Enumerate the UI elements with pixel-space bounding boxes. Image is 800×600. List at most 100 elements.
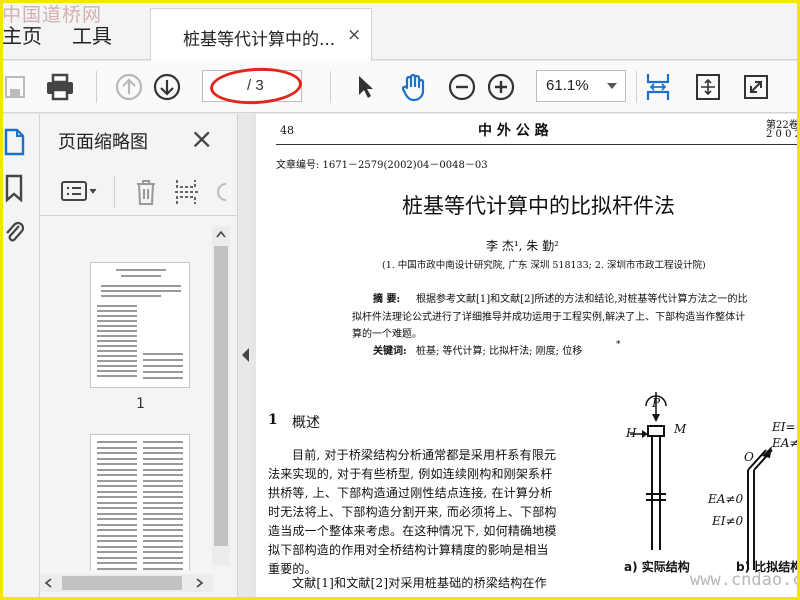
thumbnail-options-icon[interactable] [60,180,100,208]
thumbnail-text-line [97,315,137,317]
previous-page-icon[interactable] [113,71,145,103]
thumbnail-text-line [97,335,137,337]
panel-separator [114,176,115,208]
article-authors: 李 杰¹, 朱 勤² [486,239,559,253]
zoom-select[interactable]: 61.1% [536,70,626,102]
load-H-label: H [626,426,637,440]
thumbnail-text-line [97,485,137,487]
thumbnail-text-line [143,457,183,460]
thumbnail-text-line [97,441,137,443]
thumbnail-text-line [97,562,137,564]
thumbnail-page-1[interactable] [90,262,190,388]
thumbnail-text-line [97,496,137,498]
next-page-icon[interactable] [151,71,183,103]
scroll-up-icon[interactable] [216,230,226,238]
watermark-url: www.cndao.com [690,570,800,590]
thumbnail-text-line [97,468,137,471]
left-rail [0,114,40,600]
thumbnail-text-line [97,345,137,347]
abstract-line: 算的一个难题。 [352,329,422,340]
thumbnail-text-line [97,360,137,362]
print-icon[interactable] [44,71,76,103]
zoom-in-icon[interactable] [485,71,517,103]
thumbnail-text-line [143,529,183,531]
scroll-right-icon[interactable] [196,578,204,588]
label-O: O [744,450,754,464]
toolbar-separator [330,71,331,103]
document-page: 48 中 外 公 路 第22卷 2 0 0 2 文章编号: 1671－2579(… [256,114,800,600]
abstract-label: 摘 要: [373,294,401,305]
thumbnail-text-line [143,441,183,443]
zoom-out-icon[interactable] [446,71,478,103]
thumbnail-text-line [143,446,183,449]
bookmark-icon[interactable] [3,174,29,204]
close-panel-button[interactable]: × [190,122,213,155]
page-thumbnails-icon[interactable] [3,128,29,158]
load-M-label: M [674,422,687,436]
thumbnail-text-line [143,501,183,504]
rotate-icon[interactable] [214,178,230,210]
thumbnail-text-line [143,507,183,509]
document-view[interactable]: 48 中 外 公 路 第22卷 2 0 0 2 文章编号: 1671－2579(… [252,114,800,600]
thumbnail-text-line [97,355,137,357]
full-screen-icon[interactable] [740,71,772,103]
thumbnail-page-2[interactable] [90,434,190,570]
toolbar-separator [636,71,637,103]
article-affiliations: (1. 中国市政中南设计研究院, 广东 深圳 518133; 2. 深圳市市政工… [382,260,706,271]
thumbnail-text-line [97,325,137,327]
thumbnail-text-line [143,490,183,493]
keywords: 桩基; 等代计算; 比拟杆法; 刚度; 位移 [416,346,583,357]
close-tab-button[interactable]: × [347,25,361,45]
article-title: 桩基等代计算中的比拟杆件法 [402,194,675,218]
thumbnail-vertical-scrollbar[interactable] [212,226,230,566]
insert-page-icon[interactable] [174,178,200,210]
thumbnail-text-line [97,320,137,322]
abstract-line: 根据参考文献[1]和文献[2]所述的方法和结论,对桩基等代计算方法之一的比 [416,294,748,305]
asterisk-mark: * [616,340,621,350]
thumbnail-panel: 页面缩略图 × 1 [40,114,238,600]
thumbnail-text-line [143,496,183,498]
hand-tool-icon[interactable] [398,71,430,103]
select-cursor-icon[interactable] [350,71,382,103]
section-title: 概述 [292,415,320,431]
thumbnail-text-line [143,512,183,515]
menu-home[interactable]: 主页 [2,20,42,49]
thumbnail-text-line [97,370,137,372]
thumbnail-text-line [97,457,137,460]
menu-tools[interactable]: 工具 [72,20,112,49]
thumbnail-text-line [143,377,183,379]
attachment-icon[interactable] [3,218,29,248]
pile-diagram-b [747,446,773,570]
load-P-label: P [652,396,661,410]
scroll-left-icon[interactable] [44,578,52,588]
body-paragraph: 文献[1]和文献[2]对采用桩基础的桥梁结构在作 [292,576,547,590]
scrollbar-thumb[interactable] [62,576,182,590]
chevron-down-icon [607,83,617,89]
thumbnail-text-line [143,353,183,355]
document-tab[interactable]: 桩基等代计算中的... × [150,8,372,61]
thumbnail-text-line [97,556,137,559]
thumbnail-text-line [143,567,183,570]
save-icon[interactable] [0,71,32,103]
thumbnail-text-line [143,468,183,471]
header-rule [276,144,800,145]
thumbnail-text-line [143,545,183,548]
thumbnail-text-line [97,518,137,520]
collapse-panel-icon[interactable] [242,348,249,362]
thumbnail-text-line [143,534,183,537]
fit-width-icon[interactable] [642,71,674,103]
thumbnail-text-line [97,529,137,531]
fit-page-icon[interactable] [692,71,724,103]
body-paragraph: 目前, 对于桥梁结构分析通常都是采用杆系有限元法来实现的, 对于有些桥型, 例如… [268,448,557,576]
thumbnail-text-line [143,562,183,564]
toolbar-separator [96,71,97,103]
label-EI-infinite: EI=∞ [772,420,800,434]
thumbnail-horizontal-scrollbar[interactable] [40,574,214,592]
thumbnail-text-line [97,545,137,548]
thumbnail-text-line [143,556,183,559]
scrollbar-thumb[interactable] [214,246,228,546]
thumbnail-text-line [97,305,137,307]
thumbnail-text-line [97,474,137,476]
delete-icon[interactable] [134,178,158,210]
pile-diagram-a [630,392,667,550]
